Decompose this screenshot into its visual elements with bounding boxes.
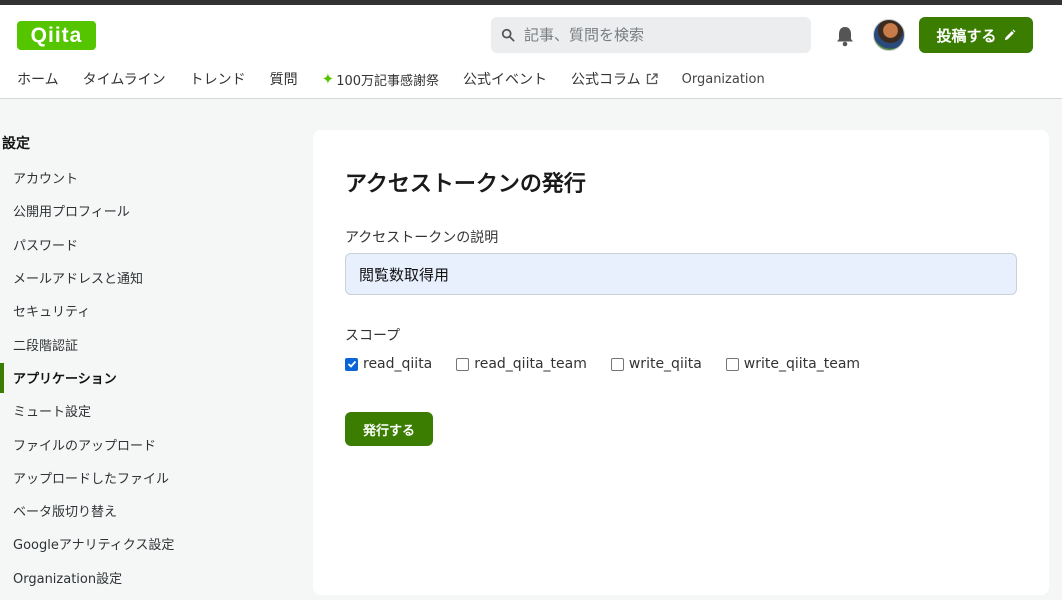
pencil-icon [1004,29,1015,40]
nav-campaign[interactable]: ✦ 100万記事感謝祭 [322,70,439,89]
nav-campaign-label: 100万記事感謝祭 [336,73,440,89]
sidebar-item-public-profile[interactable]: 公開用プロフィール [0,194,300,227]
scope-read-qiita[interactable]: read_qiita [345,356,432,372]
read-qiita-team-label: read_qiita_team [474,356,587,372]
token-form-card: アクセストークンの発行 アクセストークンの説明 スコープ read_qiita … [313,130,1049,595]
nav-questions[interactable]: 質問 [270,69,298,89]
sparkle-icon: ✦ [321,70,335,88]
scope-write-qiita[interactable]: write_qiita [610,356,702,372]
search-input[interactable] [524,26,794,44]
main-nav: ホーム タイムライン トレンド 質問 ✦ 100万記事感謝祭 公式イベント 公式コ… [17,67,789,91]
scope-options: read_qiita read_qiita_team write_qiita w… [345,356,884,372]
sidebar-list: アカウント 公開用プロフィール パスワード メールアドレスと通知 セキュリティ … [0,161,300,594]
sidebar-item-mute[interactable]: ミュート設定 [0,394,300,427]
read-qiita-checkbox[interactable] [345,357,358,371]
nav-official-column-label: 公式コラム [571,72,641,88]
sidebar-item-two-factor[interactable]: 二段階認証 [0,327,300,360]
header: Qiita 投稿する ホーム タイムライン トレンド 質問 ✦100万記事感謝祭… [0,5,1062,99]
scope-write-qiita-team[interactable]: write_qiita_team [725,356,861,372]
sidebar-item-email-notifications[interactable]: メールアドレスと通知 [0,261,300,294]
bell-icon[interactable] [835,25,855,47]
nav-trend[interactable]: トレンド [190,69,246,89]
issue-token-button[interactable]: 発行する [345,412,433,446]
nav-official-events-label: 公式イベント [463,72,548,88]
sidebar-item-file-upload[interactable]: ファイルのアップロード [0,427,300,460]
sidebar-item-beta[interactable]: ベータ版切り替え [0,494,300,527]
user-avatar[interactable] [873,19,905,51]
post-button[interactable]: 投稿する [919,17,1033,53]
qiita-logo[interactable]: Qiita [17,21,96,50]
write-qiita-label: write_qiita [628,356,702,372]
page-title: アクセストークンの発行 [345,172,586,197]
read-qiita-team-checkbox[interactable] [456,357,470,371]
external-link-icon [646,73,658,85]
nav-organization[interactable]: Organization [682,72,765,87]
sidebar-item-uploaded-files[interactable]: アップロードしたファイル [0,461,300,494]
sidebar-item-organization-settings[interactable]: Organization設定 [0,561,300,594]
description-label: アクセストークンの説明 [345,230,499,246]
nav-home-label: ホーム [17,72,59,88]
nav-trend-label: トレンド [189,72,246,88]
sidebar-title: 設定 [2,136,30,152]
token-description-input[interactable] [345,253,1017,295]
sidebar-item-password[interactable]: パスワード [0,228,300,261]
nav-questions-label: 質問 [269,72,298,88]
search-box[interactable] [491,17,811,53]
sidebar-item-applications[interactable]: アプリケーション [0,361,300,394]
nav-official-events[interactable]: 公式イベント [463,69,547,89]
search-icon [501,28,515,42]
nav-organization-label: Organization [681,71,765,87]
write-qiita-team-checkbox[interactable] [725,357,739,371]
nav-home[interactable]: ホーム [17,69,59,89]
write-qiita-checkbox[interactable] [610,357,624,371]
post-button-label: 投稿する [936,26,997,45]
write-qiita-team-label: write_qiita_team [743,356,861,372]
sidebar-item-google-analytics[interactable]: Googleアナリティクス設定 [0,527,300,560]
check-icon [347,360,356,368]
nav-timeline[interactable]: タイムライン [83,69,166,89]
sidebar-item-account[interactable]: アカウント [0,161,300,194]
scope-label: スコープ [345,328,401,344]
sidebar-item-security[interactable]: セキュリティ [0,294,300,327]
read-qiita-label: read_qiita [363,356,433,372]
nav-timeline-label: タイムライン [82,72,166,88]
nav-official-column[interactable]: 公式コラム [571,69,658,89]
scope-read-qiita-team[interactable]: read_qiita_team [456,356,587,372]
